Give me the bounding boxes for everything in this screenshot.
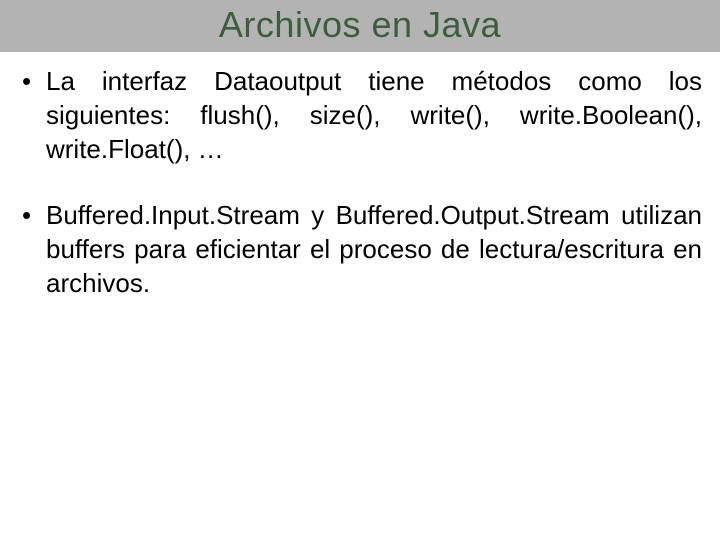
bullet-text: La interfaz Dataoutput tiene métodos com… [46,64,702,166]
title-bar: Archivos en Java [0,0,720,52]
bullet-text: Buffered.Input.Stream y Buffered.Output.… [46,198,702,300]
bullet-icon: • [18,64,46,98]
list-item: • La interfaz Dataoutput tiene métodos c… [18,64,702,166]
bullet-icon: • [18,198,46,232]
page-title: Archivos en Java [0,4,720,46]
content-area: • La interfaz Dataoutput tiene métodos c… [0,52,720,300]
list-item: • Buffered.Input.Stream y Buffered.Outpu… [18,198,702,300]
